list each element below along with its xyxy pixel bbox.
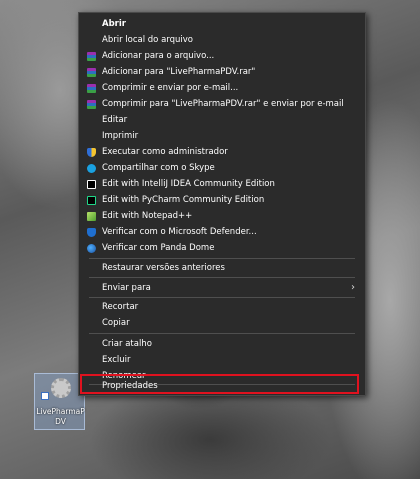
menu-item-recortar[interactable]: Recortar bbox=[79, 299, 365, 315]
winrar-icon bbox=[87, 68, 96, 77]
menu-item-intellij[interactable]: Edit with IntelliJ IDEA Community Editio… bbox=[79, 176, 365, 192]
pycharm-icon bbox=[87, 196, 96, 205]
menu-item-panda[interactable]: Verificar com Panda Dome bbox=[79, 240, 365, 256]
menu-item-copiar[interactable]: Copiar bbox=[79, 315, 365, 331]
menu-item-defender[interactable]: Verificar com o Microsoft Defender... bbox=[79, 224, 365, 240]
menu-item-notepadpp[interactable]: Edit with Notepad++ bbox=[79, 208, 365, 224]
menu-separator bbox=[89, 277, 355, 278]
panda-icon bbox=[87, 244, 96, 253]
winrar-icon bbox=[87, 84, 96, 93]
skype-icon bbox=[87, 164, 96, 173]
menu-item-criar-atalho[interactable]: Criar atalho bbox=[79, 336, 365, 352]
menu-item-skype[interactable]: Compartilhar com o Skype bbox=[79, 160, 365, 176]
winrar-icon bbox=[87, 100, 96, 109]
menu-item-abrir-local[interactable]: Abrir local do arquivo bbox=[79, 32, 365, 48]
notepadpp-icon bbox=[87, 212, 96, 221]
menu-item-propriedades[interactable]: Propriedades bbox=[79, 378, 365, 394]
menu-item-pycharm[interactable]: Edit with PyCharm Community Edition bbox=[79, 192, 365, 208]
intellij-icon bbox=[87, 180, 96, 189]
menu-item-executar-admin[interactable]: Executar como administrador bbox=[79, 144, 365, 160]
shortcut-arrow-icon bbox=[41, 392, 49, 400]
chevron-right-icon: › bbox=[351, 282, 355, 293]
menu-item-comprimir-rar-email[interactable]: Comprimir para "LivePharmaPDV.rar" e env… bbox=[79, 96, 365, 112]
menu-item-abrir[interactable]: Abrir bbox=[79, 16, 365, 32]
desktop-icon-label: LivePharmaPDV bbox=[36, 407, 85, 426]
context-menu: Abrir Abrir local do arquivo Adicionar p… bbox=[78, 12, 366, 396]
winrar-icon bbox=[87, 52, 96, 61]
gear-icon bbox=[51, 378, 71, 398]
menu-item-editar[interactable]: Editar bbox=[79, 112, 365, 128]
menu-item-imprimir[interactable]: Imprimir bbox=[79, 128, 365, 144]
menu-separator bbox=[89, 258, 355, 259]
menu-item-adicionar-rar[interactable]: Adicionar para "LivePharmaPDV.rar" bbox=[79, 64, 365, 80]
uac-shield-icon bbox=[87, 148, 96, 157]
menu-item-excluir[interactable]: Excluir bbox=[79, 352, 365, 368]
menu-separator bbox=[89, 333, 355, 334]
menu-item-restaurar-versoes[interactable]: Restaurar versões anteriores bbox=[79, 260, 365, 276]
menu-separator bbox=[89, 297, 355, 298]
menu-item-comprimir-email[interactable]: Comprimir e enviar por e-mail... bbox=[79, 80, 365, 96]
defender-icon bbox=[87, 228, 96, 237]
menu-item-enviar-para[interactable]: Enviar para › bbox=[79, 280, 365, 296]
menu-item-adicionar-arquivo[interactable]: Adicionar para o arquivo... bbox=[79, 48, 365, 64]
